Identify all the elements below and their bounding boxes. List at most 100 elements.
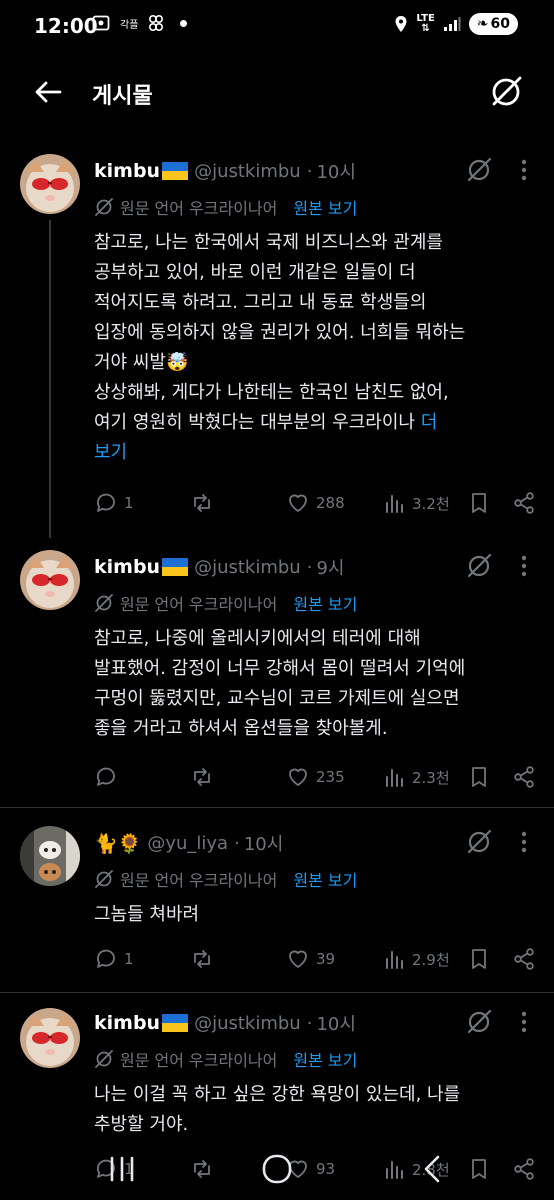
like-count: 288 <box>316 494 345 512</box>
more-options-button[interactable] <box>512 1008 536 1036</box>
show-original-link[interactable]: 원본 보기 <box>293 591 357 615</box>
home-button[interactable] <box>258 1152 296 1186</box>
views-button[interactable]: 2.3천 <box>384 762 450 792</box>
display-name[interactable]: kimbu <box>94 160 160 182</box>
user-handle[interactable]: @justkimbu <box>194 1013 301 1034</box>
bookmark-icon <box>472 949 486 969</box>
cat-sunglasses-avatar <box>20 1008 80 1068</box>
display-name[interactable]: kimbu <box>94 1012 160 1034</box>
post-grok-button[interactable] <box>465 552 493 580</box>
display-name[interactable]: 🐈🌻 <box>94 832 141 855</box>
like-button[interactable]: 235 <box>286 762 345 792</box>
grok-button[interactable] <box>488 74 524 110</box>
heart-icon <box>289 950 307 968</box>
post-grok-button[interactable] <box>465 828 493 856</box>
source-language: 원문 언어 우크라이나어 <box>120 595 278 614</box>
separator: · <box>234 832 240 854</box>
like-button[interactable]: 39 <box>286 944 335 974</box>
reply-button[interactable] <box>94 762 124 792</box>
more-options-button[interactable] <box>512 552 536 580</box>
status-bar: 12:00 각플 LTE ⇅ ❧ 60 <box>0 0 554 54</box>
grok-icon <box>95 594 113 612</box>
bookmark-button[interactable] <box>468 944 490 974</box>
bookmark-icon <box>472 767 486 787</box>
text-line: 여기 영원히 박혔다는 대부분의 우크라이나 <box>94 412 415 433</box>
text-line: 추방할 거야. <box>94 1114 189 1135</box>
ukraine-flag-icon <box>162 162 189 180</box>
reply-button[interactable]: 1 <box>94 944 134 974</box>
text-line: 구멍이 뚫렸지만, 교수님이 코르 가제트에 실으면 <box>94 688 460 709</box>
top-app-bar: 게시물 <box>0 56 554 128</box>
share-button[interactable] <box>512 944 536 974</box>
user-handle[interactable]: @justkimbu <box>194 557 301 578</box>
reply-count: 1 <box>124 494 134 512</box>
back-button[interactable] <box>30 76 66 108</box>
post-text: 참고로, 나는 한국에서 국제 비즈니스와 관계를 공부하고 있어, 바로 이런… <box>94 228 534 468</box>
display-name[interactable]: kimbu <box>94 556 160 578</box>
views-icon <box>386 951 403 969</box>
page-title: 게시물 <box>92 84 153 109</box>
repost-icon <box>194 768 210 786</box>
reply-icon <box>97 767 115 786</box>
user-handle[interactable]: @yu_liya <box>147 833 228 854</box>
show-original-link[interactable]: 원본 보기 <box>293 195 357 219</box>
show-original-link[interactable]: 원본 보기 <box>293 867 357 891</box>
source-language: 원문 언어 우크라이나어 <box>120 199 278 218</box>
post-3[interactable]: 🐈🌻 @yu_liya · 10시 원문 언어 우크라이나어 원본 보기 그놈들… <box>0 812 554 994</box>
show-more-link[interactable]: 보기 <box>94 442 127 463</box>
more-options-button[interactable] <box>512 156 536 184</box>
reply-icon <box>97 949 115 968</box>
like-button[interactable]: 288 <box>286 488 345 518</box>
show-more-link[interactable]: 더 <box>421 412 438 433</box>
repost-button[interactable] <box>190 488 214 518</box>
avatar[interactable] <box>20 826 80 886</box>
post-grok-button[interactable] <box>465 1008 493 1036</box>
bookmark-button[interactable] <box>468 762 490 792</box>
reply-count: 1 <box>124 950 134 968</box>
avatar[interactable] <box>20 1008 80 1068</box>
post-time: 10시 <box>316 162 356 183</box>
back-nav-button[interactable] <box>416 1152 450 1186</box>
avatar[interactable] <box>20 550 80 610</box>
share-button[interactable] <box>512 762 536 792</box>
text-line: 입장에 동의하지 않을 권리가 있어. 너희들 뭐하는 <box>94 322 466 343</box>
translation-note: 원문 언어 우크라이나어 원본 보기 <box>94 866 357 892</box>
more-vertical-icon <box>521 831 527 853</box>
more-options-button[interactable] <box>512 828 536 856</box>
reply-icon <box>97 493 115 512</box>
repost-icon <box>194 494 210 512</box>
grok-icon <box>467 157 492 182</box>
reply-button[interactable]: 1 <box>94 488 134 518</box>
status-time: 12:00 <box>34 14 98 38</box>
network-label: LTE <box>416 13 435 24</box>
post-time: 9시 <box>316 558 345 579</box>
translation-note: 원문 언어 우크라이나어 원본 보기 <box>94 194 357 220</box>
post-2[interactable]: kimbu @justkimbu · 9시 원문 언어 우크라이나어 원본 보기… <box>0 536 554 806</box>
show-original-link[interactable]: 원본 보기 <box>293 1047 357 1071</box>
grok-icon <box>95 198 113 216</box>
bookmark-button[interactable] <box>468 488 490 518</box>
views-button[interactable]: 2.9천 <box>384 944 450 974</box>
post-1[interactable]: kimbu @justkimbu · 10시 원문 언어 우크라이나어 원본 보… <box>0 140 554 538</box>
post-header: 🐈🌻 @yu_liya · 10시 <box>94 828 283 858</box>
grok-icon <box>467 553 492 578</box>
text-line: 상상해봐, 게다가 나한테는 한국인 남친도 없어, <box>94 382 449 403</box>
repost-button[interactable] <box>190 944 214 974</box>
post-grok-button[interactable] <box>465 156 493 184</box>
post-header: kimbu @justkimbu · 10시 <box>94 156 356 186</box>
avatar[interactable] <box>20 154 80 214</box>
heart-icon <box>289 494 307 512</box>
recent-apps-button[interactable] <box>104 1152 140 1186</box>
screenshot-icon <box>92 15 110 31</box>
source-language: 원문 언어 우크라이나어 <box>120 871 278 890</box>
battery-indicator: ❧ 60 <box>468 13 518 35</box>
user-handle[interactable]: @justkimbu <box>194 161 301 182</box>
grok-icon <box>95 870 113 888</box>
text-line: 나는 이걸 꼭 하고 싶은 강한 욕망이 있는데, 나를 <box>94 1084 461 1105</box>
repost-button[interactable] <box>190 762 214 792</box>
share-icon <box>514 492 534 514</box>
share-button[interactable] <box>512 488 536 518</box>
grok-icon <box>492 76 522 106</box>
views-button[interactable]: 3.2천 <box>384 488 450 518</box>
text-line: 보기 <box>94 438 534 468</box>
